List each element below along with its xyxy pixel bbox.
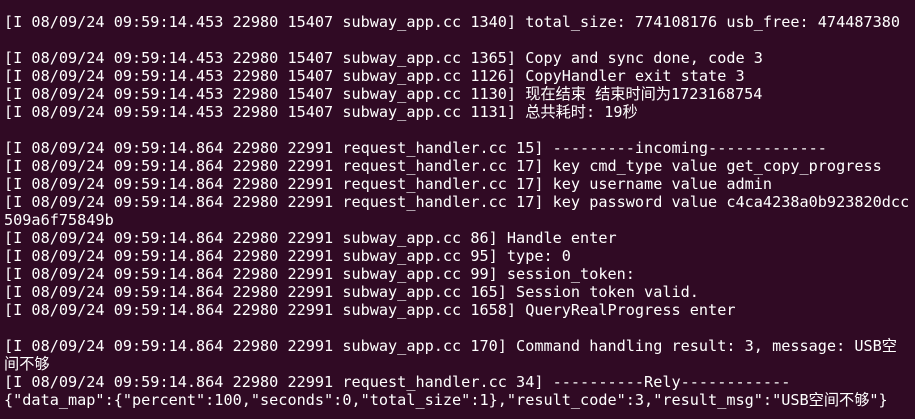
log-line: [I 08/09/24 09:59:14.453 22980 15407 sub… [4,49,763,67]
log-line: [I 08/09/24 09:59:14.864 22980 22991 req… [4,373,791,391]
log-line: [I 08/09/24 09:59:14.453 22980 15407 sub… [4,13,901,31]
log-line: [I 08/09/24 09:59:14.864 22980 22991 sub… [4,301,736,319]
log-line: [I 08/09/24 09:59:14.864 22980 22991 req… [4,157,882,175]
log-line: [I 08/09/24 09:59:14.453 22980 15407 sub… [4,67,745,85]
terminal-output[interactable]: [I 08/09/24 09:59:14.453 22980 15407 sub… [0,0,915,419]
log-line: [I 08/09/24 09:59:14.864 22980 22991 req… [4,175,773,193]
log-line: [I 08/09/24 09:59:14.864 22980 22991 sub… [4,265,635,283]
log-line: [I 08/09/24 09:59:14.864 22980 22991 sub… [4,229,617,247]
log-line: [I 08/09/24 09:59:14.453 22980 15407 sub… [4,85,763,103]
log-line: [I 08/09/24 09:59:14.864 22980 22991 sub… [4,283,699,301]
log-line: {"data_map":{"percent":100,"seconds":0,"… [4,391,888,409]
log-line: [I 08/09/24 09:59:14.864 22980 22991 sub… [4,247,571,265]
log-line: [I 08/09/24 09:59:14.864 22980 22991 req… [4,139,827,157]
log-line: [I 08/09/24 09:59:14.453 22980 15407 sub… [4,103,638,121]
log-line: [I 08/09/24 09:59:14.864 22980 22991 req… [4,193,910,229]
log-line: [I 08/09/24 09:59:14.864 22980 22991 sub… [4,337,897,373]
